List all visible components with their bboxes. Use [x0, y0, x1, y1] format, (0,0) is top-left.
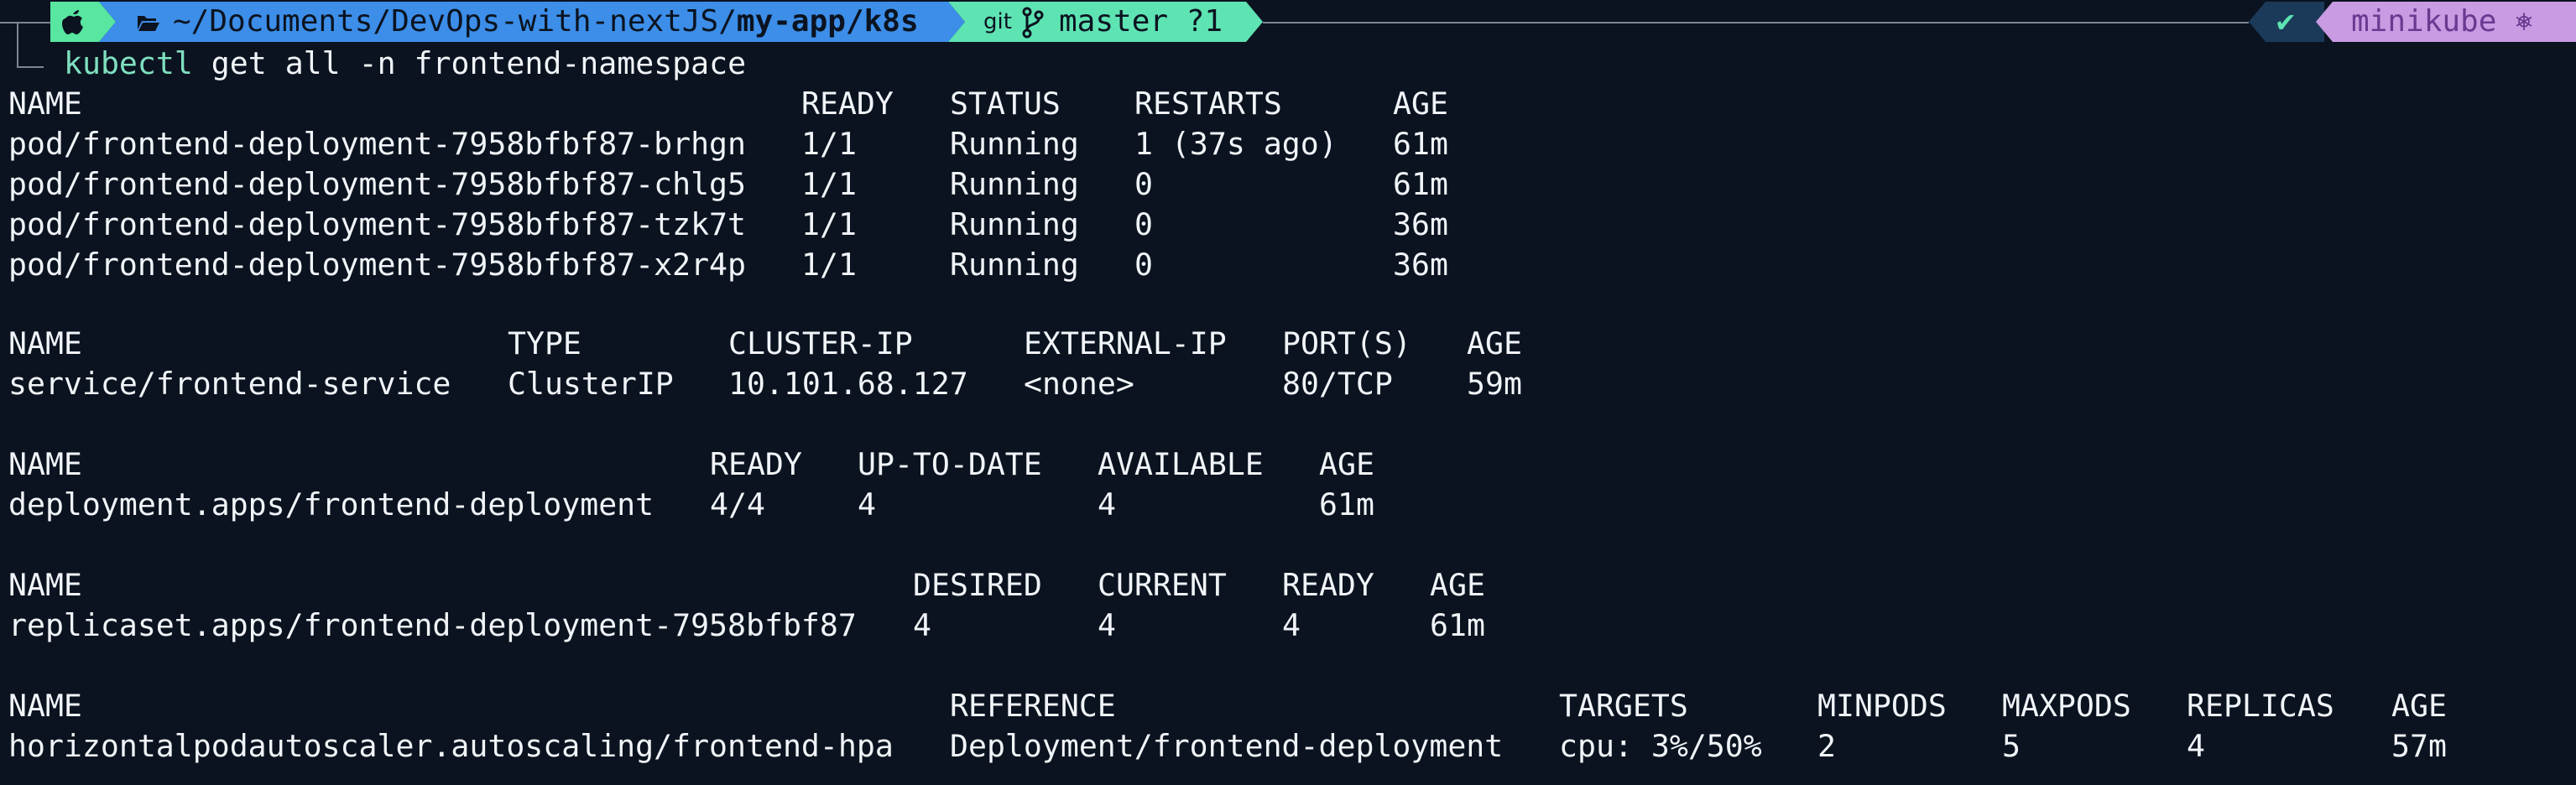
table-row: pod/frontend-deployment-7958bfbf87-brhgn…: [0, 124, 2576, 164]
table-cell: 2: [1817, 728, 1836, 764]
column-header: REFERENCE: [950, 688, 1116, 724]
table-row: horizontalpodautoscaler.autoscaling/fron…: [0, 726, 2576, 767]
column-header: AVAILABLE: [1098, 446, 1264, 482]
table-cell: 1/1: [801, 126, 857, 162]
column-header: NAME: [8, 325, 82, 361]
table-row: deployment.apps/frontend-deployment 4/4 …: [0, 485, 2576, 525]
table-cell: replicaset.apps/frontend-deployment-7958…: [8, 607, 857, 643]
column-header: EXTERNAL-IP: [1024, 325, 1227, 361]
table-cell: 59m: [1467, 366, 1522, 402]
column-header: CURRENT: [1098, 567, 1227, 603]
column-header: AGE: [1393, 86, 1448, 122]
table-header: NAME READY UP-TO-DATE AVAILABLE AGE: [0, 444, 2576, 485]
table-cell: Deployment/frontend-deployment: [950, 728, 1504, 764]
table-cell: 4: [1282, 607, 1301, 643]
table-row: replicaset.apps/frontend-deployment-7958…: [0, 606, 2576, 646]
table-cell: 57m: [2391, 728, 2447, 764]
column-header: AGE: [1319, 446, 1374, 482]
column-header: CLUSTER-IP: [728, 325, 913, 361]
column-header: AGE: [1467, 325, 1522, 361]
command-line[interactable]: kubectl get all -n frontend-namespace: [64, 42, 746, 86]
prompt-path-prefix: ~/Documents/DevOps-with-nextJS/: [173, 4, 737, 39]
table-cell: pod/frontend-deployment-7958bfbf87-x2r4p: [8, 247, 746, 283]
column-header: MAXPODS: [2002, 688, 2131, 724]
prompt-path: ~/Documents/DevOps-with-nextJS/my-app/k8…: [173, 0, 919, 44]
table-cell: ClusterIP: [508, 366, 674, 402]
table-cell: pod/frontend-deployment-7958bfbf87-brhgn: [8, 126, 746, 162]
table-cell: 0: [1134, 206, 1153, 242]
table-cell: 61m: [1319, 486, 1374, 522]
table-cell: 1/1: [801, 247, 857, 283]
table-cell: 4: [1098, 486, 1116, 522]
table-cell: 4/4: [710, 486, 765, 522]
column-header: TYPE: [508, 325, 581, 361]
table-cell: 36m: [1393, 206, 1448, 242]
table-cell: service/frontend-service: [8, 366, 451, 402]
table-cell: 0: [1134, 166, 1153, 202]
table-cell: pod/frontend-deployment-7958bfbf87-chlg5: [8, 166, 746, 202]
table-cell: 5: [2002, 728, 2021, 764]
table-header: NAME DESIRED CURRENT READY AGE: [0, 565, 2576, 606]
table-cell: Running: [950, 126, 1079, 162]
status-check-icon: ✔: [2276, 4, 2295, 39]
column-header: NAME: [8, 567, 82, 603]
table-cell: pod/frontend-deployment-7958bfbf87-tzk7t: [8, 206, 746, 242]
table-row: pod/frontend-deployment-7958bfbf87-chlg5…: [0, 164, 2576, 205]
column-header: REPLICAS: [2187, 688, 2334, 724]
table-cell: 1/1: [801, 166, 857, 202]
column-header: TARGETS: [1559, 688, 1688, 724]
table-cell: 4: [858, 486, 876, 522]
table-cell: 10.101.68.127: [728, 366, 968, 402]
table-cell: 0: [1134, 247, 1153, 283]
table-row: pod/frontend-deployment-7958bfbf87-tzk7t…: [0, 205, 2576, 245]
column-header: STATUS: [950, 86, 1061, 122]
column-header: MINPODS: [1817, 688, 1947, 724]
column-header: PORT(S): [1282, 325, 1411, 361]
table-cell: deployment.apps/frontend-deployment: [8, 486, 654, 522]
column-header: READY: [801, 86, 894, 122]
table-header: NAME READY STATUS RESTARTS AGE: [0, 84, 2576, 124]
table-cell: 4: [913, 607, 931, 643]
table-row: service/frontend-service ClusterIP 10.10…: [0, 364, 2576, 404]
column-header: AGE: [1430, 567, 1485, 603]
table-header: NAME REFERENCE TARGETS MINPODS MAXPODS R…: [0, 686, 2576, 726]
command-name: kubectl: [64, 45, 193, 81]
column-header: AGE: [2391, 688, 2447, 724]
table-cell: 1/1: [801, 206, 857, 242]
table-cell: <none>: [1024, 366, 1134, 402]
column-header: RESTARTS: [1134, 86, 1282, 122]
table-cell: 4: [1098, 607, 1116, 643]
column-header: NAME: [8, 688, 82, 724]
table-header: NAME TYPE CLUSTER-IP EXTERNAL-IP PORT(S)…: [0, 324, 2576, 364]
prompt-bar: git ~/Documents/DevOps-with-nextJS/my-ap…: [0, 0, 2576, 68]
table-cell: cpu: 3%/50%: [1559, 728, 1762, 764]
table-row: pod/frontend-deployment-7958bfbf87-x2r4p…: [0, 245, 2576, 285]
table-cell: 80/TCP: [1282, 366, 1393, 402]
column-header: UP-TO-DATE: [858, 446, 1042, 482]
table-cell: 61m: [1393, 166, 1448, 202]
column-header: NAME: [8, 86, 82, 122]
git-icon: git: [983, 9, 1012, 34]
table-cell: Running: [950, 166, 1079, 202]
kube-context: minikube ⎈: [2351, 4, 2533, 39]
table-cell: 61m: [1393, 126, 1448, 162]
command-args: get all -n frontend-namespace: [192, 45, 747, 81]
column-header: READY: [710, 446, 802, 482]
table-cell: Running: [950, 247, 1079, 283]
table-cell: 4: [2187, 728, 2205, 764]
table-cell: 61m: [1430, 607, 1485, 643]
table-cell: horizontalpodautoscaler.autoscaling/fron…: [8, 728, 894, 764]
column-header: READY: [1282, 567, 1374, 603]
prompt-path-current: my-app/k8s: [736, 4, 919, 39]
git-branch: master ?1: [1059, 4, 1223, 39]
table-cell: Running: [950, 206, 1079, 242]
table-cell: 1 (37s ago): [1134, 126, 1338, 162]
column-header: NAME: [8, 446, 82, 482]
column-header: DESIRED: [913, 567, 1042, 603]
table-cell: 36m: [1393, 247, 1448, 283]
